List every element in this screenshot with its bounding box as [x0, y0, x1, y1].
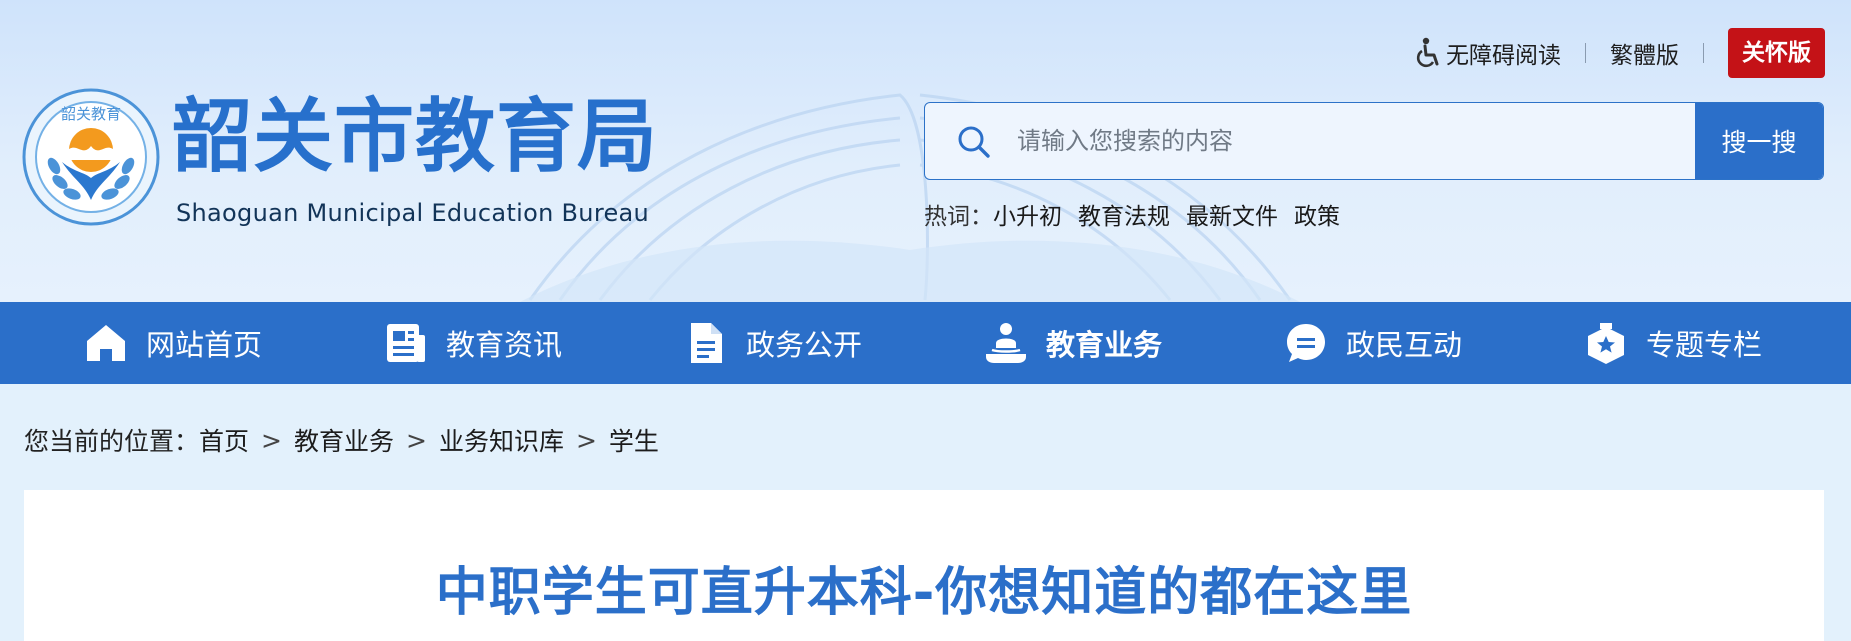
- breadcrumb-prefix: 您当前的位置：: [24, 427, 200, 456]
- document-icon: [691, 323, 722, 363]
- hot-word-link[interactable]: 政策: [1294, 197, 1340, 231]
- breadcrumb: 您当前的位置： 首页 > 教育业务 > 业务知识库 > 学生: [24, 422, 659, 458]
- bureau-emblem-logo: 韶关教育: [22, 88, 160, 226]
- nav-item-special-topics[interactable]: 专题专栏: [1584, 302, 1762, 384]
- hot-words-label: 热词：: [924, 204, 993, 230]
- site-title-english: Shaoguan Municipal Education Bureau: [176, 199, 650, 227]
- nav-item-government-affairs[interactable]: 政务公开: [684, 302, 862, 384]
- breadcrumb-link-home[interactable]: 首页: [199, 422, 249, 458]
- search-bar: 搜一搜: [924, 102, 1824, 180]
- article-title: 中职学生可直升本科-你想知道的都在这里: [435, 563, 1413, 623]
- site-title-chinese: 韶关市教育局: [172, 89, 658, 183]
- article-card: 中职学生可直升本科-你想知道的都在这里: [24, 490, 1824, 641]
- hot-word-link[interactable]: 小升初: [993, 197, 1062, 231]
- hot-words: 热词： 小升初 教育法规 最新文件 政策: [924, 197, 1356, 231]
- accessibility-label: 无障碍阅读: [1446, 43, 1561, 69]
- breadcrumb-separator: >: [575, 425, 597, 455]
- education-service-icon: [986, 323, 1026, 363]
- nav-label: 专题专栏: [1646, 328, 1763, 362]
- main-navigation: 网站首页 教育资讯 政务公开 教育业务 政民互动 专题专栏: [0, 302, 1851, 384]
- nav-label: 政民互动: [1346, 328, 1463, 362]
- nav-label: 教育资讯: [446, 328, 563, 362]
- top-utility-links: 无障碍阅读 繁體版 关怀版: [1414, 28, 1825, 78]
- traditional-chinese-link[interactable]: 繁體版: [1610, 36, 1679, 70]
- site-header: 韶关教育 韶关市教育局 Shaoguan Municipal Education…: [0, 0, 1851, 302]
- hot-word-link[interactable]: 最新文件: [1186, 197, 1278, 231]
- nav-item-news[interactable]: 教育资讯: [384, 302, 562, 384]
- breadcrumb-separator: >: [261, 425, 282, 455]
- accessibility-link[interactable]: 无障碍阅读: [1414, 36, 1561, 70]
- care-mode-button[interactable]: 关怀版: [1728, 28, 1825, 78]
- nav-label: 政务公开: [746, 328, 863, 362]
- badge-star-icon: [1588, 323, 1624, 364]
- search-button[interactable]: 搜一搜: [1695, 103, 1823, 179]
- divider: [1703, 43, 1704, 63]
- breadcrumb-separator: >: [406, 425, 427, 455]
- emblem-text: 韶关教育: [61, 105, 121, 123]
- chat-icon: [1287, 324, 1325, 362]
- breadcrumb-link-education-services[interactable]: 教育业务: [294, 422, 394, 458]
- divider: [1585, 43, 1586, 63]
- home-icon: [87, 325, 125, 361]
- breadcrumb-link-knowledge-base[interactable]: 业务知识库: [439, 422, 564, 458]
- hot-word-link[interactable]: 教育法规: [1078, 197, 1170, 231]
- nav-item-public-interaction[interactable]: 政民互动: [1284, 302, 1462, 384]
- news-icon: [387, 324, 425, 362]
- nav-label: 网站首页: [146, 328, 263, 362]
- nav-item-education-services[interactable]: 教育业务: [984, 302, 1162, 384]
- nav-item-home[interactable]: 网站首页: [84, 302, 262, 384]
- wheelchair-icon: [1416, 37, 1439, 68]
- breadcrumb-link-student[interactable]: 学生: [609, 422, 659, 458]
- search-input[interactable]: [1017, 103, 1607, 179]
- nav-label: 教育业务: [1046, 328, 1163, 362]
- search-icon: [958, 126, 990, 158]
